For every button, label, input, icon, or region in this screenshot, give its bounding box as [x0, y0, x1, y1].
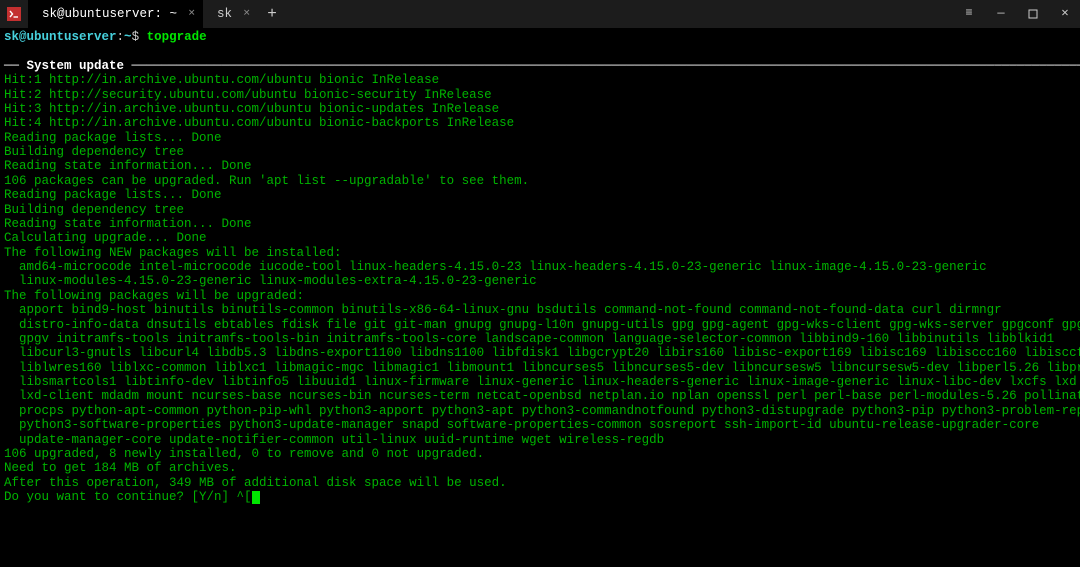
output-line: procps python-apt-common python-pip-whl …	[4, 404, 1080, 418]
close-icon[interactable]: ✕	[188, 8, 195, 21]
tab-active[interactable]: sk@ubuntuserver: ~ ✕	[28, 0, 203, 28]
tab-inactive[interactable]: sk ✕	[203, 0, 258, 28]
maximize-button[interactable]	[1024, 9, 1042, 19]
output-line: lxd-client mdadm mount ncurses-base ncur…	[4, 389, 1080, 403]
output-line: Reading package lists... Done	[4, 188, 222, 202]
window-controls: ≡ — ✕	[960, 7, 1074, 21]
output-line: Reading state information... Done	[4, 217, 252, 231]
output-line: update-manager-core update-notifier-comm…	[4, 433, 664, 447]
output-line: amd64-microcode intel-microcode iucode-t…	[4, 260, 987, 274]
cursor	[252, 491, 260, 504]
plus-icon: +	[267, 5, 277, 23]
output-line: Hit:4 http://in.archive.ubuntu.com/ubunt…	[4, 116, 514, 130]
output-line: After this operation, 349 MB of addition…	[4, 476, 507, 490]
tab-inactive-label: sk	[217, 7, 232, 21]
output-line: Calculating upgrade... Done	[4, 231, 207, 245]
output-line: Building dependency tree	[4, 145, 184, 159]
prompt-question: Do you want to continue? [Y/n] ^[	[4, 490, 252, 504]
output-line: Building dependency tree	[4, 203, 184, 217]
tabstrip: sk@ubuntuserver: ~ ✕ sk ✕ +	[28, 0, 1080, 28]
output-line: 106 packages can be upgraded. Run 'apt l…	[4, 174, 529, 188]
section-rule-right: ────────────────────────────────────────…	[124, 59, 1080, 73]
output-line: Hit:1 http://in.archive.ubuntu.com/ubunt…	[4, 73, 439, 87]
close-icon[interactable]: ✕	[243, 8, 250, 21]
output-line: distro-info-data dnsutils ebtables fdisk…	[4, 318, 1080, 332]
output-line: libsmartcols1 libtinfo-dev libtinfo5 lib…	[4, 375, 1077, 389]
output-line: The following NEW packages will be insta…	[4, 246, 342, 260]
terminal[interactable]: sk@ubuntuserver:~$ topgrade ── System up…	[0, 28, 1080, 567]
new-tab-button[interactable]: +	[258, 0, 286, 28]
prompt-colon: :	[117, 30, 125, 44]
app-icon[interactable]	[0, 0, 28, 28]
output-line: libcurl3-gnutls libcurl4 libdb5.3 libdns…	[4, 346, 1080, 360]
output-line: Reading package lists... Done	[4, 131, 222, 145]
output-line: liblwres160 liblxc-common liblxc1 libmag…	[4, 361, 1080, 375]
output-line: Reading state information... Done	[4, 159, 252, 173]
prompt-path: ~	[124, 30, 132, 44]
close-button[interactable]: ✕	[1056, 7, 1074, 21]
output-line: apport bind9-host binutils binutils-comm…	[4, 303, 1002, 317]
section-rule-left: ──	[4, 59, 27, 73]
prompt-userhost: sk@ubuntuserver	[4, 30, 117, 44]
output-line: gpgv initramfs-tools initramfs-tools-bin…	[4, 332, 1054, 346]
output-line: 106 upgraded, 8 newly installed, 0 to re…	[4, 447, 484, 461]
section-title: System update	[27, 59, 125, 73]
prompt-cmd: topgrade	[147, 30, 207, 44]
prompt-dollar: $	[132, 30, 147, 44]
output-line: Hit:2 http://security.ubuntu.com/ubuntu …	[4, 88, 492, 102]
minimize-button[interactable]: —	[992, 7, 1010, 21]
output-line: python3-software-properties python3-upda…	[4, 418, 1039, 432]
titlebar: sk@ubuntuserver: ~ ✕ sk ✕ + ≡ — ✕	[0, 0, 1080, 28]
output-line: linux-modules-4.15.0-23-generic linux-mo…	[4, 274, 537, 288]
menu-icon[interactable]: ≡	[960, 7, 978, 21]
output-line: Need to get 184 MB of archives.	[4, 461, 237, 475]
tab-active-label: sk@ubuntuserver: ~	[42, 7, 177, 21]
output-line: The following packages will be upgraded:	[4, 289, 304, 303]
output-line: Hit:3 http://in.archive.ubuntu.com/ubunt…	[4, 102, 499, 116]
